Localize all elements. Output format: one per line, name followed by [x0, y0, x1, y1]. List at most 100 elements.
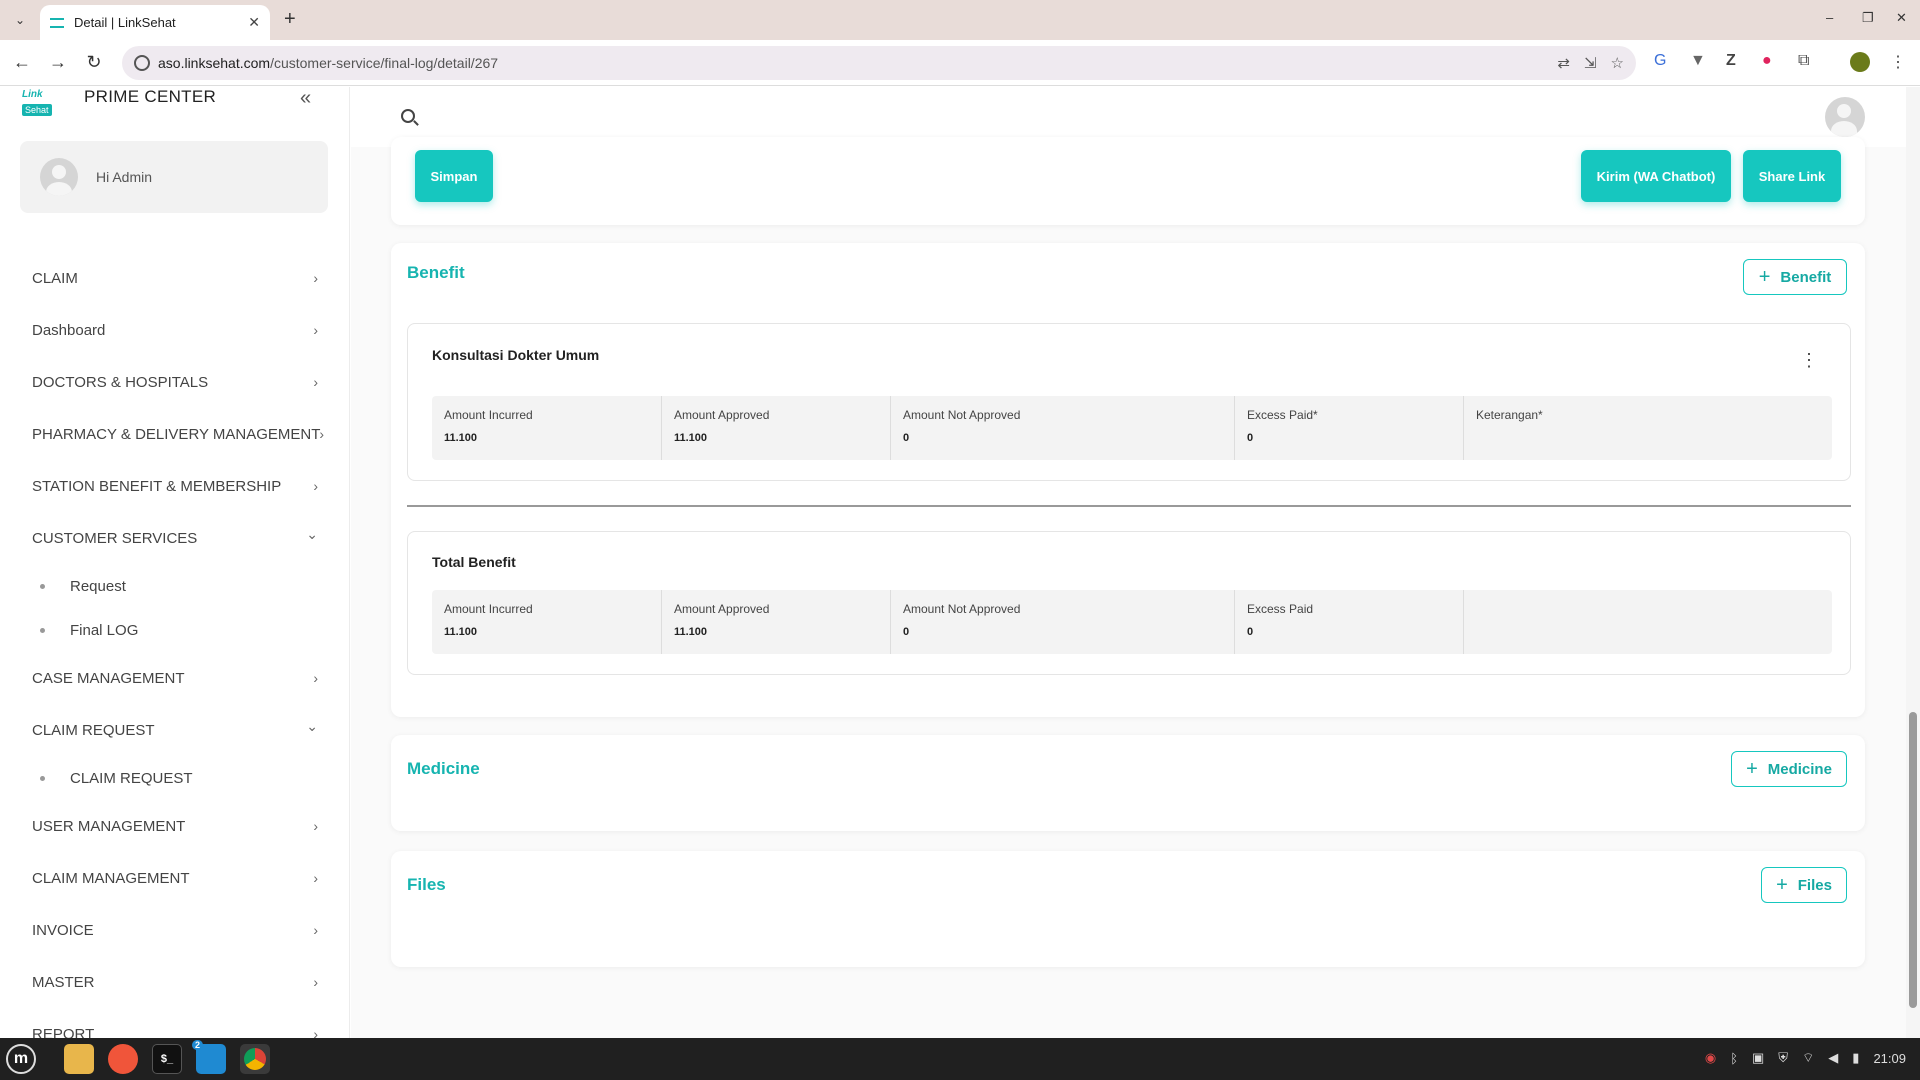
site-info-icon[interactable]	[134, 55, 150, 71]
sidebar: Link Sehat PRIME CENTER « Hi Admin CLAIM…	[0, 87, 350, 1038]
amount-not-approved-cell: Amount Not Approved 0	[891, 396, 1235, 460]
avatar	[40, 158, 78, 196]
chevron-right-icon: ›	[319, 426, 324, 442]
sidebar-item-master[interactable]: MASTER ›	[0, 956, 349, 1008]
add-medicine-button[interactable]: + Medicine	[1731, 751, 1847, 787]
chevron-right-icon: ›	[313, 670, 318, 686]
browser-tab[interactable]: Detail | LinkSehat ✕	[40, 5, 270, 40]
sidebar-item-claim-request[interactable]: CLAIM REQUEST ⌄	[0, 704, 349, 756]
system-tray: ◉ ᛒ ▣ ⛨ ⌔ ◀ ▮ 21:09	[1705, 1050, 1906, 1066]
total-amount-not-approved-cell: Amount Not Approved 0	[891, 590, 1235, 654]
battery-icon[interactable]: ▮	[1852, 1050, 1859, 1066]
amount-incurred-cell: Amount Incurred 11.100	[432, 396, 662, 460]
browser-menu-icon[interactable]: ⋮	[1890, 52, 1906, 72]
medicine-section-title: Medicine	[407, 759, 480, 778]
address-bar[interactable]: aso.linksehat.com/customer-service/final…	[122, 46, 1636, 80]
minimize-button[interactable]: –	[1826, 10, 1833, 25]
sidebar-menu: CLAIM › Dashboard › DOCTORS & HOSPITALS › P…	[0, 252, 349, 1039]
volume-icon[interactable]: ◀	[1828, 1050, 1838, 1066]
url-path: /customer-service/final-log/detail/267	[270, 55, 499, 71]
zotero-ext-icon[interactable]: Z	[1726, 52, 1736, 70]
browser-toolbar: ← → ↻ aso.linksehat.com/customer-service…	[0, 40, 1920, 86]
sidebar-item-claim-management[interactable]: CLAIM MANAGEMENT ›	[0, 852, 349, 904]
share-link-button[interactable]: Share Link	[1743, 150, 1841, 202]
benefit-item-card: Konsultasi Dokter Umum ⋮ Amount Incurred…	[407, 323, 1851, 481]
back-button[interactable]: ←	[10, 52, 34, 73]
total-benefit-amounts: Amount Incurred 11.100 Amount Approved 11.…	[432, 590, 1832, 654]
add-files-button[interactable]: + Files	[1761, 867, 1847, 903]
action-card: Simpan Kirim (WA Chatbot) Share Link	[391, 137, 1865, 225]
sidebar-subitem-final-log[interactable]: Final LOG	[0, 608, 349, 652]
sidebar-item-case-management[interactable]: CASE MANAGEMENT ›	[0, 652, 349, 704]
new-tab-button[interactable]: +	[284, 8, 296, 31]
chevron-right-icon: ›	[313, 374, 318, 390]
scrollbar-thumb[interactable]	[1909, 712, 1917, 1008]
forward-button[interactable]: →	[46, 52, 70, 73]
search-icon[interactable]	[401, 109, 415, 123]
translate-ext-icon[interactable]: G	[1654, 52, 1666, 70]
tab-list-button[interactable]: ⌄	[8, 8, 32, 32]
save-button[interactable]: Simpan	[415, 150, 493, 202]
sidebar-item-user-management[interactable]: USER MANAGEMENT ›	[0, 800, 349, 852]
sidebar-item-customer-services[interactable]: CUSTOMER SERVICES ⌄	[0, 512, 349, 564]
sidebar-subitem-claim-request[interactable]: CLAIM REQUEST	[0, 756, 349, 800]
collapse-sidebar-icon[interactable]: «	[300, 87, 311, 110]
total-empty-cell	[1464, 590, 1832, 654]
sidebar-item-dashboard[interactable]: Dashboard ›	[0, 304, 349, 356]
chrome-icon[interactable]	[240, 1044, 270, 1074]
update-icon[interactable]: ◉	[1705, 1050, 1716, 1066]
brand-title: PRIME CENTER	[84, 87, 217, 106]
close-window-button[interactable]: ✕	[1896, 10, 1907, 26]
more-options-icon[interactable]: ⋮	[1800, 350, 1818, 371]
browser-tabbar: ⌄ Detail | LinkSehat ✕ + – ❐ ✕	[0, 0, 1920, 40]
translate-icon[interactable]: ⇄	[1557, 54, 1570, 72]
benefit-section-title: Benefit	[407, 263, 465, 282]
record-ext-icon[interactable]: ●	[1762, 52, 1772, 70]
chevron-right-icon: ›	[313, 322, 318, 338]
divider	[407, 505, 1851, 507]
plus-icon: +	[1776, 873, 1788, 896]
chevron-right-icon: ›	[313, 870, 318, 886]
clock[interactable]: 21:09	[1873, 1051, 1906, 1066]
install-icon[interactable]: ⇲	[1584, 54, 1597, 72]
user-greeting: Hi Admin	[96, 169, 153, 185]
chevron-down-icon: ⌄	[306, 718, 318, 734]
reload-button[interactable]: ↻	[82, 52, 106, 73]
sidebar-item-invoice[interactable]: INVOICE ›	[0, 904, 349, 956]
send-wa-chatbot-button[interactable]: Kirim (WA Chatbot)	[1581, 150, 1731, 202]
terminal-icon[interactable]: $_	[152, 1044, 182, 1074]
puzzle-icon[interactable]: ⧉	[1798, 52, 1809, 70]
restore-button[interactable]: ❐	[1862, 10, 1874, 26]
firefox-icon[interactable]	[108, 1044, 138, 1074]
files-app-icon[interactable]	[64, 1044, 94, 1074]
bluetooth-icon[interactable]: ᛒ	[1730, 1051, 1738, 1066]
chevron-right-icon: ›	[313, 478, 318, 494]
vscode-icon[interactable]: 2	[192, 1040, 226, 1074]
tab-close-icon[interactable]: ✕	[248, 14, 260, 31]
plus-icon: +	[1746, 757, 1758, 780]
sidebar-subitem-request[interactable]: Request	[0, 564, 349, 608]
add-benefit-button[interactable]: + Benefit	[1743, 259, 1847, 295]
clipboard-icon[interactable]: ▣	[1752, 1050, 1764, 1066]
total-amount-approved-cell: Amount Approved 11.100	[662, 590, 891, 654]
profile-icon[interactable]	[1850, 52, 1870, 72]
benefit-item-amounts: Amount Incurred 11.100 Amount Approved 11.…	[432, 396, 1832, 460]
shield-icon[interactable]: ⛨	[1778, 1050, 1788, 1066]
chevron-right-icon: ›	[313, 922, 318, 938]
page-scrollbar[interactable]	[1906, 87, 1920, 1038]
sidebar-item-pharmacy[interactable]: PHARMACY & DELIVERY MANAGEMENT ›	[0, 408, 349, 460]
start-menu-icon[interactable]: m	[6, 1044, 36, 1074]
sidebar-item-report[interactable]: REPORT ›	[0, 1008, 349, 1039]
vuetify-ext-icon[interactable]: ▼	[1690, 52, 1706, 70]
total-excess-paid-cell: Excess Paid 0	[1235, 590, 1464, 654]
medicine-card: Medicine + Medicine	[391, 735, 1865, 831]
sidebar-item-doctors-hospitals[interactable]: DOCTORS & HOSPITALS ›	[0, 356, 349, 408]
benefit-card: Benefit + Benefit Konsultasi Dokter Umum…	[391, 243, 1865, 717]
excess-paid-cell: Excess Paid* 0	[1235, 396, 1464, 460]
header-avatar[interactable]	[1825, 97, 1865, 137]
star-icon[interactable]: ☆	[1611, 54, 1624, 72]
sidebar-item-station-benefit[interactable]: STATION BENEFIT & MEMBERSHIP ›	[0, 460, 349, 512]
chevron-right-icon: ›	[313, 974, 318, 990]
sidebar-item-claim[interactable]: CLAIM ›	[0, 252, 349, 304]
wifi-icon[interactable]: ⌔	[1802, 1050, 1814, 1066]
